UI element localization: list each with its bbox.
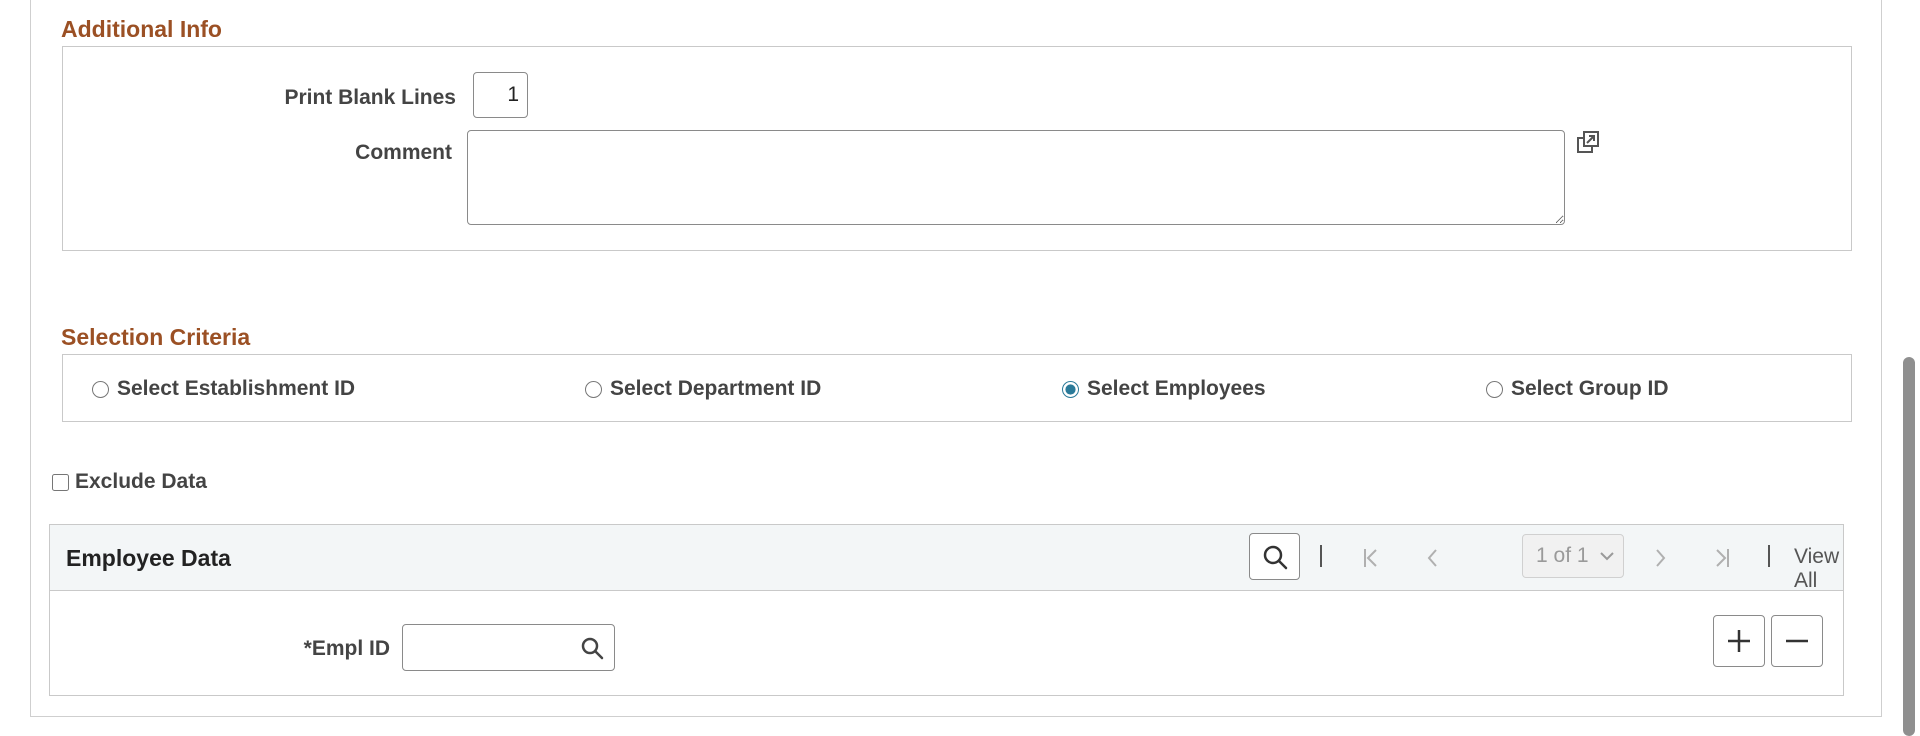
separator <box>1768 545 1770 567</box>
employee-data-header: Employee Data 1 of 1 View All <box>50 525 1843 593</box>
expand-icon[interactable] <box>1575 129 1601 155</box>
empl-id-field[interactable] <box>402 624 615 671</box>
print-blank-lines-input[interactable] <box>473 72 528 118</box>
comment-label: Comment <box>355 141 452 164</box>
previous-icon[interactable] <box>1420 545 1446 571</box>
empl-id-input[interactable] <box>403 625 573 670</box>
page-indicator: 1 of 1 <box>1536 544 1589 567</box>
radio-department-label: Select Department ID <box>610 377 822 400</box>
page-select[interactable]: 1 of 1 <box>1522 534 1624 578</box>
grid-search-button[interactable] <box>1249 533 1300 580</box>
radio-select-employees[interactable]: Select Employees <box>1062 377 1266 401</box>
exclude-data-row[interactable]: Exclude Data <box>52 470 207 494</box>
view-all-link[interactable]: View All <box>1794 545 1843 593</box>
delete-row-icon <box>1786 639 1808 643</box>
additional-info-title: Additional Info <box>61 16 222 42</box>
selection-criteria-title: Selection Criteria <box>61 324 251 350</box>
scrollbar-thumb[interactable] <box>1903 357 1915 736</box>
chevron-down-icon <box>1599 552 1614 561</box>
search-icon[interactable] <box>580 636 604 660</box>
add-row-button[interactable] <box>1713 615 1765 667</box>
print-blank-lines-label: Print Blank Lines <box>284 86 456 109</box>
radio-establishment-label: Select Establishment ID <box>117 377 356 400</box>
search-icon <box>1263 545 1287 569</box>
radio-group-input[interactable] <box>1486 380 1503 398</box>
employee-data-grid: Employee Data 1 of 1 View All *Empl ID <box>49 524 1844 696</box>
employee-data-title: Employee Data <box>66 545 231 571</box>
separator <box>1320 545 1322 567</box>
radio-select-group-id[interactable]: Select Group ID <box>1486 377 1669 401</box>
radio-establishment-input[interactable] <box>92 380 109 398</box>
radio-select-establishment-id[interactable]: Select Establishment ID <box>92 377 355 401</box>
radio-employees-input[interactable] <box>1062 380 1079 398</box>
next-icon[interactable] <box>1647 545 1673 571</box>
last-page-icon[interactable] <box>1708 545 1734 571</box>
radio-select-department-id[interactable]: Select Department ID <box>585 377 821 401</box>
first-page-icon[interactable] <box>1359 545 1385 571</box>
radio-department-input[interactable] <box>585 380 602 398</box>
exclude-data-checkbox[interactable] <box>52 473 69 491</box>
delete-row-button[interactable] <box>1771 615 1823 667</box>
comment-textarea[interactable] <box>467 130 1565 225</box>
empl-id-label: *Empl ID <box>303 637 390 660</box>
add-row-icon <box>1728 630 1750 652</box>
radio-group-label: Select Group ID <box>1511 377 1669 400</box>
exclude-data-label: Exclude Data <box>75 470 207 493</box>
radio-employees-label: Select Employees <box>1087 377 1266 400</box>
